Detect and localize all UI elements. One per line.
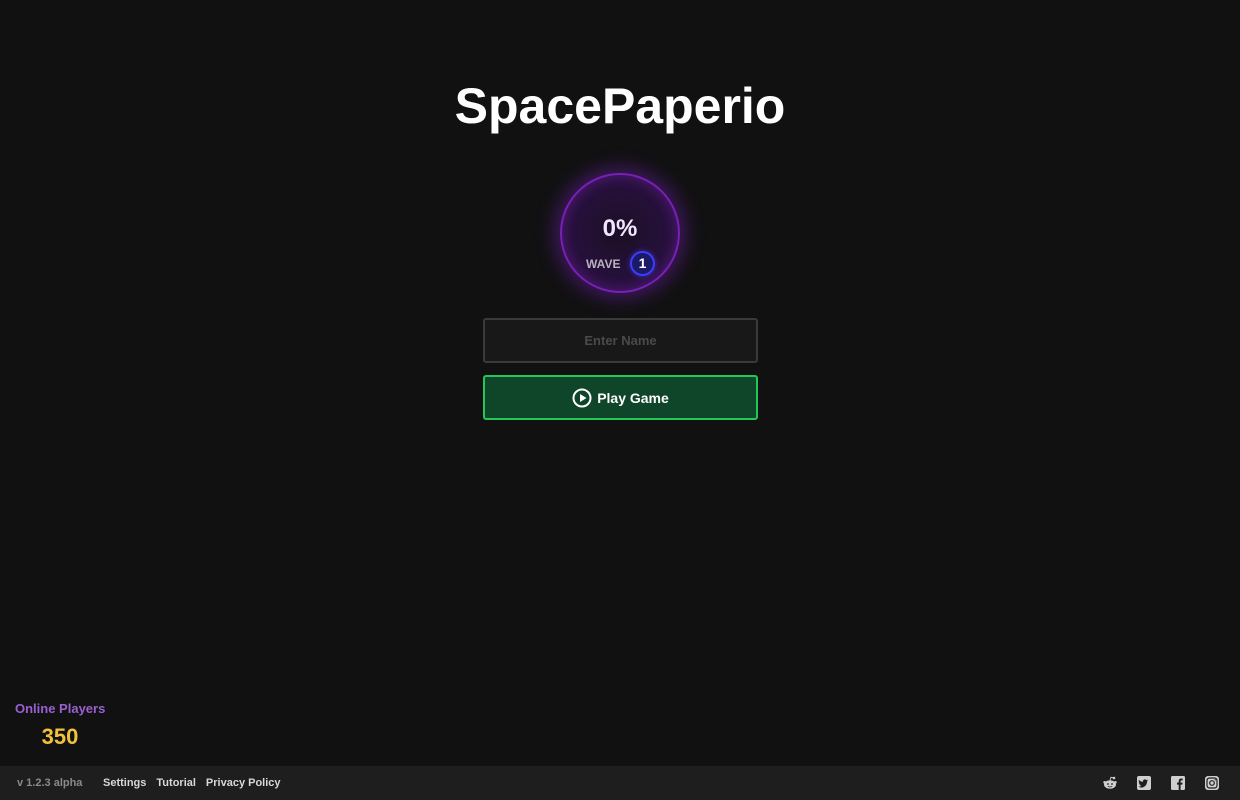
tutorial-link[interactable]: Tutorial: [156, 777, 196, 790]
reddit-icon[interactable]: [1103, 776, 1117, 790]
version-text: v 1.2.3 alpha: [17, 777, 83, 789]
settings-link[interactable]: Settings: [103, 777, 146, 790]
wave-number-badge: 1: [630, 251, 655, 276]
online-players-count: 350: [41, 724, 79, 749]
facebook-icon[interactable]: [1171, 776, 1185, 790]
instagram-icon[interactable]: [1205, 776, 1219, 790]
loading-percent: 0%: [602, 215, 638, 242]
player-name-input[interactable]: [483, 318, 758, 363]
play-game-label: Play Game: [597, 389, 669, 406]
game-start-screen: SpacePaperio 0% WAVE 1 Play Game Online …: [0, 0, 1240, 800]
online-players-label: Online Players: [15, 701, 106, 716]
footer-links: Settings Tutorial Privacy Policy: [103, 777, 291, 790]
play-icon: [572, 388, 592, 407]
footer-bar: v 1.2.3 alpha Settings Tutorial Privacy …: [0, 766, 1240, 800]
wave-label: WAVE: [586, 257, 621, 271]
loading-progress-ring: 0% WAVE 1: [560, 173, 680, 293]
privacy-policy-link[interactable]: Privacy Policy: [206, 777, 281, 790]
twitter-icon[interactable]: [1137, 776, 1151, 790]
game-title: SpacePaperio: [454, 78, 786, 134]
play-game-button[interactable]: Play Game: [483, 375, 758, 420]
